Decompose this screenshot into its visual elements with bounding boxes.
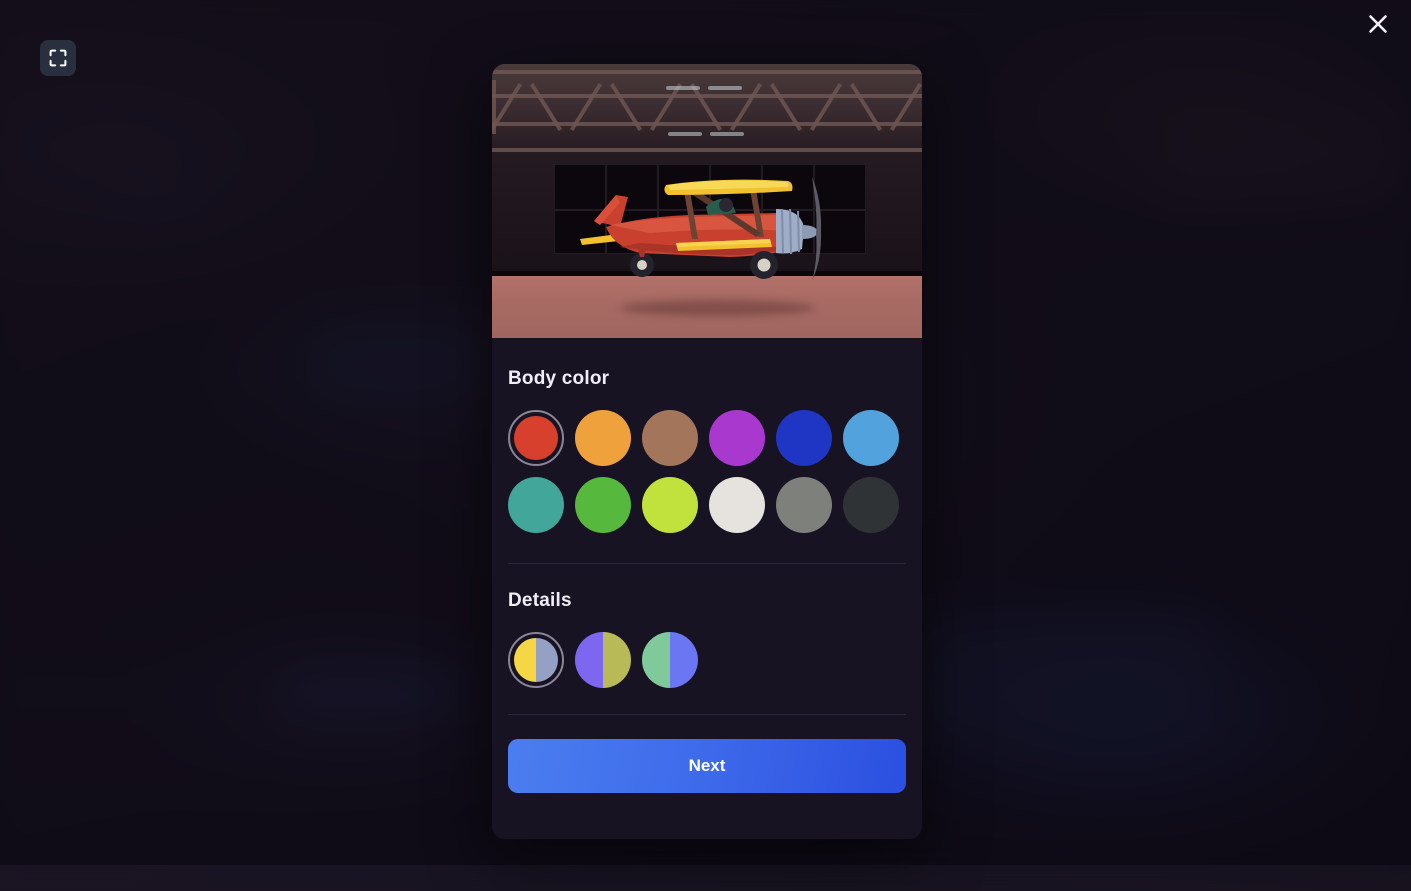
ceiling-lamp [710,132,744,136]
body-color-swatch-grid [508,410,906,533]
modal-footer: Next [492,739,922,793]
section-details: Details [492,564,922,688]
body-color-swatch-blue[interactable] [776,410,832,466]
details-title: Details [508,590,906,612]
ceiling-lamp [708,86,742,90]
aircraft-preview-image [492,64,922,338]
aircraft-shadow [620,300,815,316]
customization-modal: Body color [492,64,922,839]
body-color-swatch-brown[interactable] [642,410,698,466]
close-icon [1366,12,1390,41]
modal-body: Body color [492,338,922,839]
section-body-color: Body color [492,338,922,533]
hangar-roof-trusses [492,64,922,156]
body-color-swatch-gray[interactable] [776,477,832,533]
body-color-swatch-light-blue[interactable] [843,410,899,466]
body-color-swatch-red[interactable] [508,410,564,466]
body-color-swatch-purple[interactable] [709,410,765,466]
body-color-swatch-teal[interactable] [508,477,564,533]
fullscreen-button[interactable] [40,40,76,76]
body-color-swatch-dark-gray[interactable] [843,477,899,533]
body-color-swatch-orange[interactable] [575,410,631,466]
details-swatch-mint-periwinkle[interactable] [642,632,698,688]
body-color-title: Body color [508,368,906,390]
body-color-swatch-white[interactable] [709,477,765,533]
ceiling-lamp [666,86,700,90]
body-color-swatch-lime[interactable] [642,477,698,533]
ceiling-lamp [668,132,702,136]
fullscreen-expand-icon [49,49,67,67]
close-button[interactable] [1357,5,1399,47]
biplane-illustration [580,169,840,289]
details-swatch-grid [508,632,906,688]
next-button[interactable]: Next [508,739,906,793]
footer-divider [508,714,906,715]
details-swatch-violet-olive[interactable] [575,632,631,688]
body-color-swatch-green[interactable] [575,477,631,533]
details-swatch-yellow-steel[interactable] [508,632,564,688]
